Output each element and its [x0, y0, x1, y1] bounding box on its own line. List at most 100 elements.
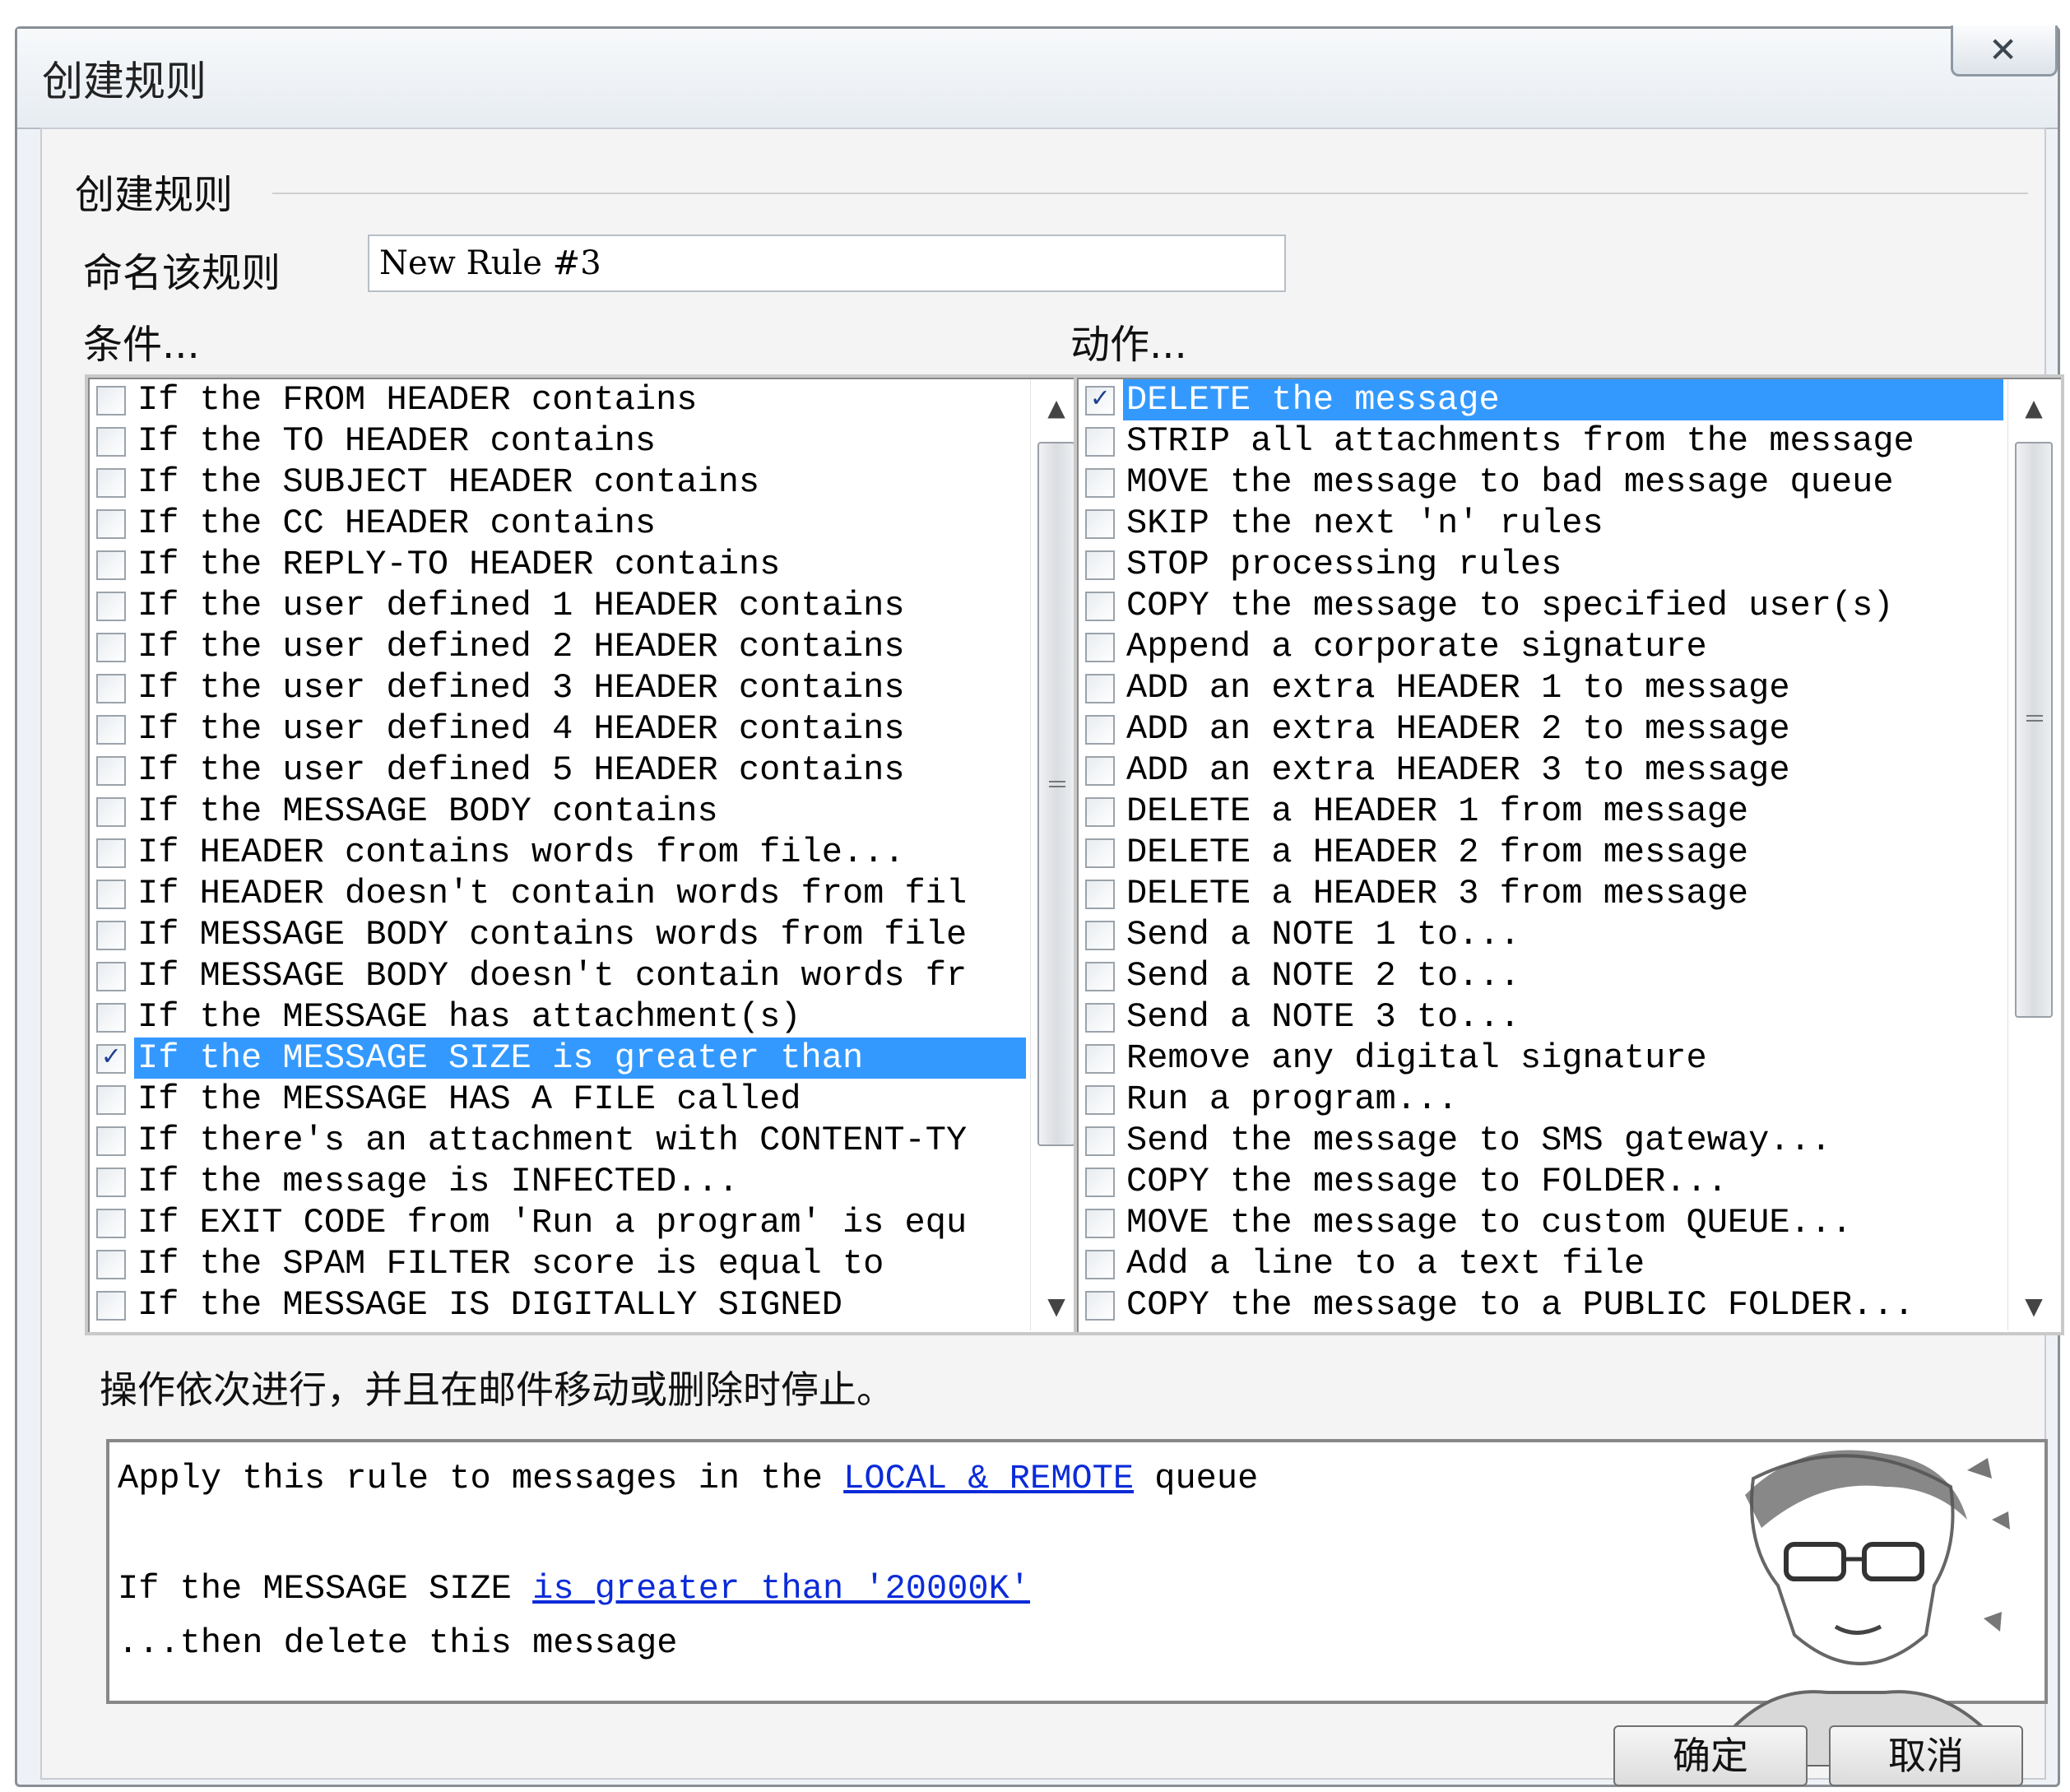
checkbox[interactable]	[1085, 633, 1115, 662]
condition-item[interactable]: If the user defined 2 HEADER contains	[93, 626, 1026, 667]
close-button[interactable]: ✕	[1951, 26, 2058, 77]
checkbox[interactable]	[96, 962, 126, 991]
scroll-down-icon[interactable]: ▼	[2008, 1286, 2059, 1327]
action-item[interactable]: ✓ DELETE the message	[1082, 379, 2003, 420]
actions-scrollbar[interactable]: ▲ ▼	[2007, 379, 2059, 1330]
checkbox[interactable]	[96, 797, 126, 827]
checkbox[interactable]	[1085, 1126, 1115, 1156]
action-item[interactable]: DELETE a HEADER 2 from message	[1082, 832, 2003, 873]
condition-item[interactable]: If there's an attachment with CONTENT-TY	[93, 1120, 1026, 1161]
action-item[interactable]: COPY the message to specified user(s)	[1082, 585, 2003, 626]
checkbox[interactable]	[1085, 468, 1115, 498]
checkbox[interactable]	[96, 880, 126, 909]
action-item[interactable]: ADD an extra HEADER 2 to message	[1082, 708, 2003, 750]
checkbox[interactable]	[1085, 550, 1115, 580]
checkbox[interactable]	[1085, 509, 1115, 539]
checkbox[interactable]	[96, 1003, 126, 1033]
checkbox[interactable]	[96, 1085, 126, 1115]
action-item[interactable]: Send a NOTE 1 to...	[1082, 914, 2003, 955]
checkbox[interactable]	[96, 592, 126, 621]
checkbox[interactable]	[1085, 592, 1115, 621]
cancel-button[interactable]: 取消	[1829, 1725, 2023, 1786]
checkbox[interactable]	[96, 509, 126, 539]
checkbox[interactable]	[96, 921, 126, 950]
checkbox[interactable]	[1085, 1044, 1115, 1074]
checkbox[interactable]	[1085, 715, 1115, 745]
checkbox[interactable]	[1085, 674, 1115, 703]
action-item[interactable]: STOP processing rules	[1082, 544, 2003, 585]
condition-item[interactable]: If the MESSAGE IS DIGITALLY SIGNED	[93, 1284, 1026, 1325]
condition-item[interactable]: If the message is INFECTED...	[93, 1161, 1026, 1202]
checkbox[interactable]	[96, 633, 126, 662]
scroll-up-icon[interactable]: ▲	[2008, 388, 2059, 429]
checkbox[interactable]	[1085, 962, 1115, 991]
action-item[interactable]: DELETE a HEADER 1 from message	[1082, 791, 2003, 832]
checkbox[interactable]	[96, 838, 126, 868]
condition-item[interactable]: If the REPLY-TO HEADER contains	[93, 544, 1026, 585]
condition-item[interactable]: If the FROM HEADER contains	[93, 379, 1026, 420]
action-item[interactable]: ADD an extra HEADER 1 to message	[1082, 667, 2003, 708]
condition-item[interactable]: If the TO HEADER contains	[93, 420, 1026, 462]
condition-item[interactable]: If the MESSAGE BODY contains	[93, 791, 1026, 832]
action-item[interactable]: DELETE a HEADER 3 from message	[1082, 873, 2003, 914]
checkbox[interactable]	[96, 756, 126, 786]
checkbox[interactable]	[96, 715, 126, 745]
checkbox[interactable]	[1085, 880, 1115, 909]
title-bar[interactable]: 创建规则 ✕	[17, 26, 2058, 129]
action-item[interactable]: Send a NOTE 2 to...	[1082, 955, 2003, 996]
checkbox[interactable]	[96, 550, 126, 580]
condition-item[interactable]: If the MESSAGE has attachment(s)	[93, 996, 1026, 1038]
condition-item[interactable]: ✓ If the MESSAGE SIZE is greater than	[93, 1038, 1026, 1079]
checkbox[interactable]	[1085, 1291, 1115, 1321]
checkbox[interactable]	[96, 674, 126, 703]
action-item[interactable]: STRIP all attachments from the message	[1082, 420, 2003, 462]
checkbox[interactable]: ✓	[96, 1044, 126, 1074]
scroll-thumb[interactable]	[1037, 442, 1075, 1146]
conditions-list[interactable]: If the FROM HEADER contains If the TO HEA…	[85, 374, 1087, 1335]
condition-item[interactable]: If the user defined 3 HEADER contains	[93, 667, 1026, 708]
checkbox[interactable]	[96, 1209, 126, 1238]
checkbox[interactable]	[1085, 427, 1115, 457]
checkbox[interactable]	[1085, 1085, 1115, 1115]
checkbox[interactable]	[1085, 1250, 1115, 1279]
action-item[interactable]: Send the message to SMS gateway...	[1082, 1120, 2003, 1161]
checkbox[interactable]	[1085, 921, 1115, 950]
action-item[interactable]: ADD an extra HEADER 3 to message	[1082, 750, 2003, 791]
condition-item[interactable]: If HEADER contains words from file...	[93, 832, 1026, 873]
condition-item[interactable]: If the user defined 5 HEADER contains	[93, 750, 1026, 791]
action-item[interactable]: Append a corporate signature	[1082, 626, 2003, 667]
checkbox[interactable]	[96, 1250, 126, 1279]
action-item[interactable]: COPY the message to FOLDER...	[1082, 1161, 2003, 1202]
scroll-thumb[interactable]	[2015, 442, 2053, 1018]
action-item[interactable]: Send a NOTE 3 to...	[1082, 996, 2003, 1038]
condition-item[interactable]: If the SUBJECT HEADER contains	[93, 462, 1026, 503]
checkbox[interactable]	[1085, 797, 1115, 827]
condition-item[interactable]: If the user defined 4 HEADER contains	[93, 708, 1026, 750]
checkbox[interactable]	[96, 468, 126, 498]
condition-item[interactable]: If the user defined 1 HEADER contains	[93, 585, 1026, 626]
action-item[interactable]: Add a line to a text file	[1082, 1243, 2003, 1284]
checkbox[interactable]	[1085, 1003, 1115, 1033]
checkbox[interactable]	[1085, 1168, 1115, 1197]
condition-item[interactable]: If EXIT CODE from 'Run a program' is equ	[93, 1202, 1026, 1243]
checkbox[interactable]	[1085, 838, 1115, 868]
checkbox[interactable]	[96, 427, 126, 457]
condition-item[interactable]: If the CC HEADER contains	[93, 503, 1026, 544]
condition-item[interactable]: If the SPAM FILTER score is equal to	[93, 1243, 1026, 1284]
checkbox[interactable]	[1085, 1209, 1115, 1238]
checkbox[interactable]	[96, 1126, 126, 1156]
ok-button[interactable]: 确定	[1613, 1725, 1808, 1786]
rule-name-input[interactable]: New Rule #3	[368, 234, 1286, 292]
checkbox[interactable]	[96, 1291, 126, 1321]
size-condition-link[interactable]: is greater than '20000K'	[532, 1569, 1030, 1609]
action-item[interactable]: COPY the message to a PUBLIC FOLDER...	[1082, 1284, 2003, 1325]
condition-item[interactable]: If MESSAGE BODY contains words from file	[93, 914, 1026, 955]
checkbox[interactable]	[96, 386, 126, 416]
action-item[interactable]: MOVE the message to bad message queue	[1082, 462, 2003, 503]
checkbox[interactable]	[1085, 756, 1115, 786]
action-item[interactable]: SKIP the next 'n' rules	[1082, 503, 2003, 544]
action-item[interactable]: Remove any digital signature	[1082, 1038, 2003, 1079]
checkbox[interactable]: ✓	[1085, 386, 1115, 416]
action-item[interactable]: Run a program...	[1082, 1079, 2003, 1120]
condition-item[interactable]: If HEADER doesn't contain words from fil	[93, 873, 1026, 914]
